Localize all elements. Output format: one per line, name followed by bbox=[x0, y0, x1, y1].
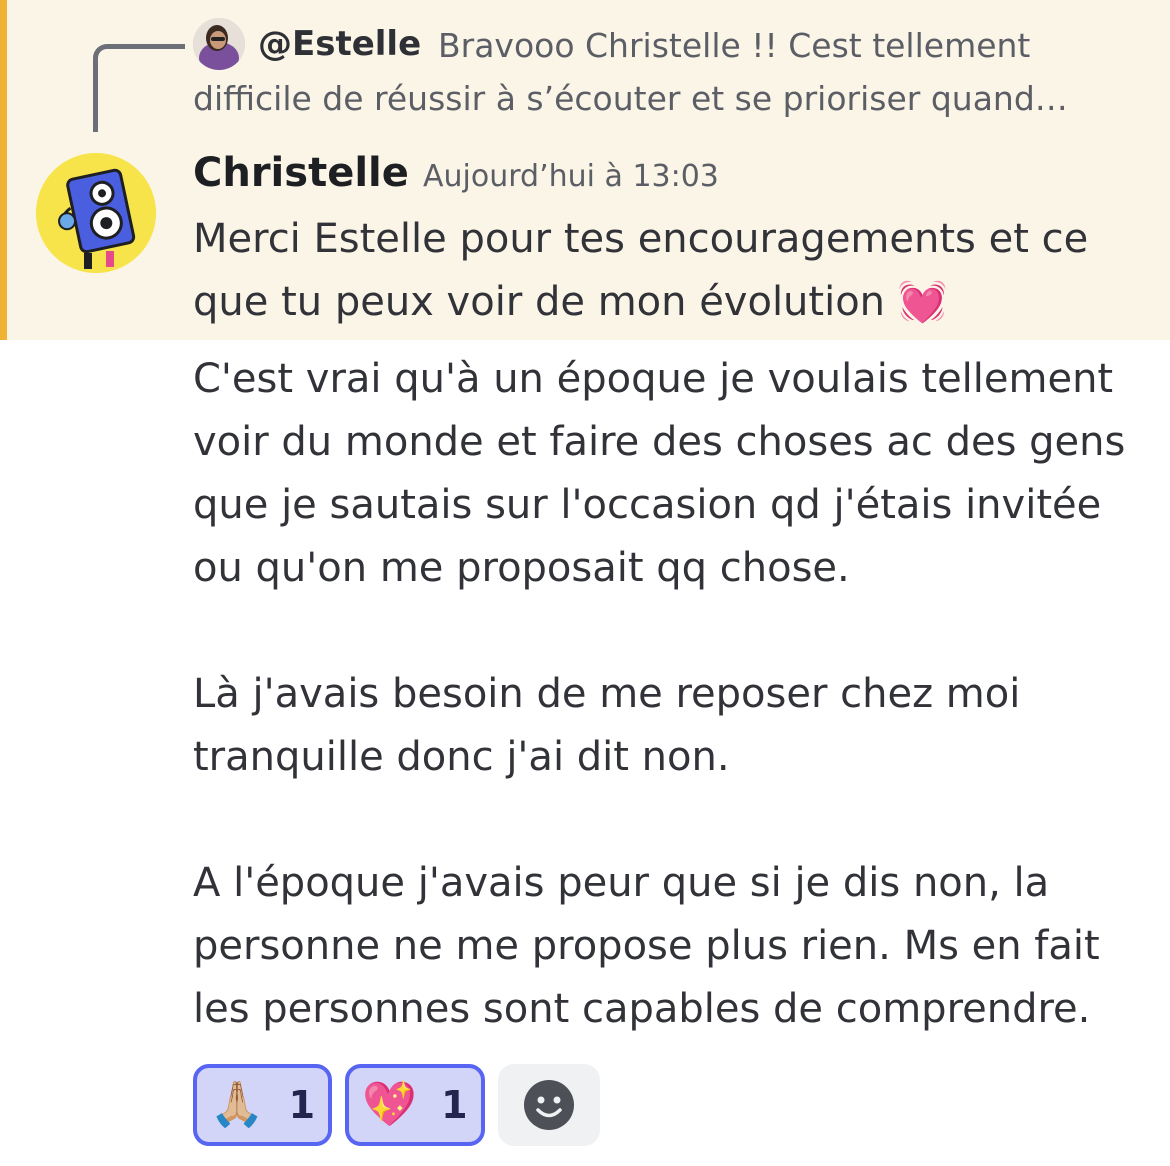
reply-preview-line-1[interactable]: Bravooo Christelle !! Cest tellement bbox=[438, 26, 1030, 65]
reaction-count: 1 bbox=[288, 1083, 316, 1127]
growing-heart-emoji: 💓 bbox=[897, 279, 948, 325]
avatar[interactable] bbox=[36, 153, 156, 273]
reply-connector bbox=[93, 44, 185, 132]
reaction-count: 1 bbox=[441, 1083, 468, 1127]
message-line: personne ne me propose plus rien. Ms en … bbox=[193, 923, 1100, 969]
message-timestamp: Aujourd’hui à 13:03 bbox=[423, 159, 719, 194]
reaction-praying-hands[interactable]: 🙏🏼 1 bbox=[193, 1064, 332, 1146]
message-line: Merci Estelle pour tes encouragements et… bbox=[193, 216, 1089, 262]
message-line: C'est vrai qu'à un époque je voulais tel… bbox=[193, 356, 1114, 402]
message-line: A l'époque j'avais peur que si je dis no… bbox=[193, 860, 1050, 906]
add-reaction-button[interactable] bbox=[498, 1064, 600, 1146]
sparkling-heart-emoji: 💖 bbox=[362, 1079, 418, 1130]
message-line: les personnes sont capables de comprendr… bbox=[193, 986, 1091, 1032]
mention-highlight-bar bbox=[0, 0, 7, 340]
smiley-face-icon bbox=[524, 1080, 574, 1130]
message-author[interactable]: Christelle bbox=[193, 150, 409, 196]
message-paragraph-3: A l'époque j'avais peur que si je dis no… bbox=[193, 852, 1153, 1041]
reply-avatar[interactable] bbox=[193, 18, 245, 70]
message-line: Là j'avais besoin de me reposer chez moi bbox=[193, 671, 1021, 717]
reply-preview-line-2[interactable]: difficile de réussir à s’écouter et se p… bbox=[193, 79, 1068, 118]
message-paragraph-2: Là j'avais besoin de me reposer chez moi… bbox=[193, 663, 1153, 789]
message-content-intro: Merci Estelle pour tes encouragements et… bbox=[193, 208, 1153, 334]
message-paragraph-1: C'est vrai qu'à un époque je voulais tel… bbox=[193, 348, 1153, 600]
message-line-with-emoji: que tu peux voir de mon évolution 💓 bbox=[193, 279, 948, 325]
message-line: que je sautais sur l'occasion qd j'étais… bbox=[193, 482, 1102, 528]
reply-author[interactable]: @Estelle bbox=[258, 24, 421, 64]
message-line: tranquille donc j'ai dit non. bbox=[193, 734, 730, 780]
message-line: voir du monde et faire des choses ac des… bbox=[193, 419, 1126, 465]
message-line: ou qu'on me proposait qq chose. bbox=[193, 545, 850, 591]
praying-hands-emoji: 🙏🏼 bbox=[209, 1079, 265, 1130]
reaction-sparkling-heart[interactable]: 💖 1 bbox=[345, 1064, 485, 1146]
